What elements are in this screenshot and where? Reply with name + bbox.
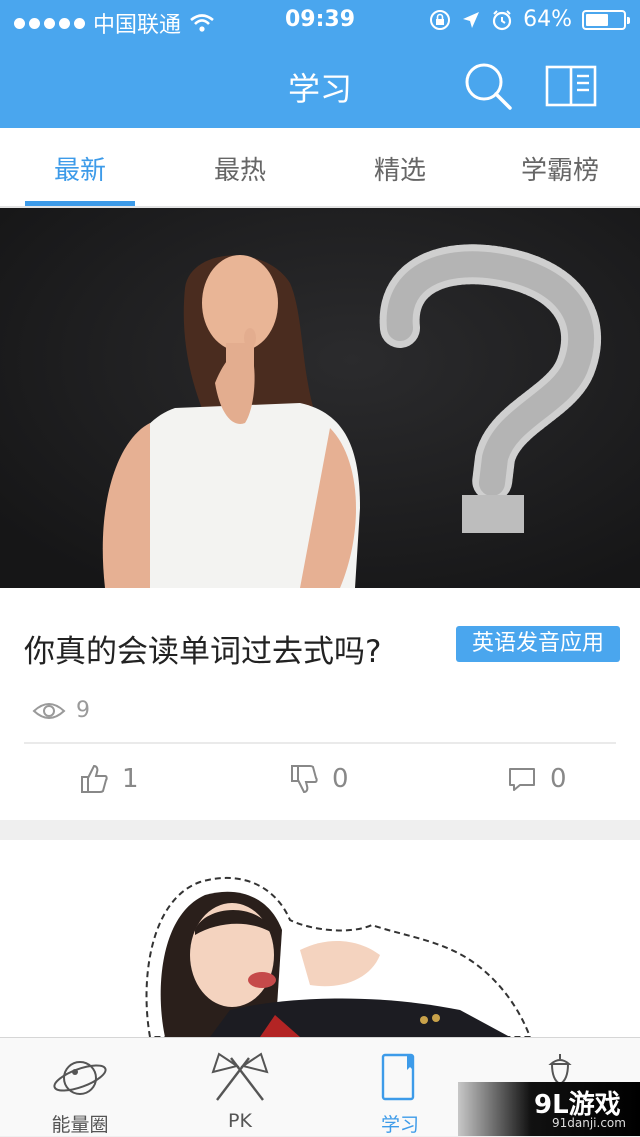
- post-cover-image[interactable]: [0, 840, 640, 1037]
- planet-icon: [53, 1061, 107, 1095]
- nav-label: 学习: [380, 1114, 419, 1136]
- nav-pk[interactable]: PK: [160, 1038, 320, 1137]
- thumbs-up-icon: [81, 764, 108, 793]
- book-icon: [545, 65, 597, 107]
- dislike-count: 0: [332, 764, 349, 794]
- comment-count: 0: [550, 764, 567, 794]
- comment-button[interactable]: 0: [508, 764, 567, 794]
- nav-label: PK: [228, 1110, 252, 1132]
- flags-icon: [211, 1052, 269, 1101]
- like-count: 1: [122, 764, 139, 794]
- nav-study[interactable]: 学习: [320, 1038, 480, 1137]
- post-card[interactable]: 你真的会读单词过去式吗? 英语发音应用 9 1 0 0: [0, 208, 640, 820]
- battery-percent: 64%: [523, 7, 572, 32]
- view-count-value: 9: [76, 698, 90, 723]
- site-watermark: 9L游戏 91danji.com: [458, 1082, 640, 1136]
- search-button[interactable]: [460, 60, 516, 112]
- like-button[interactable]: 1: [80, 764, 139, 794]
- nav-energy-circle[interactable]: 能量圈: [0, 1038, 160, 1137]
- watermark-url: 91danji.com: [552, 1116, 626, 1130]
- rotation-lock-icon: [430, 9, 451, 30]
- location-icon: [463, 11, 480, 28]
- tab-leaderboard[interactable]: 学霸榜: [480, 128, 640, 208]
- tab-latest[interactable]: 最新: [0, 128, 160, 208]
- dislike-button[interactable]: 0: [290, 764, 349, 794]
- battery-icon: [582, 9, 630, 30]
- tab-featured[interactable]: 精选: [320, 128, 480, 208]
- tab-active-indicator: [25, 201, 135, 206]
- post-category-tag[interactable]: 英语发音应用: [456, 626, 620, 662]
- post-cover-image[interactable]: [0, 208, 640, 588]
- status-bar: 中国联通 09:39 64%: [0, 0, 640, 40]
- eye-icon: [32, 702, 66, 719]
- comment-icon: [509, 768, 535, 791]
- nav-label: 能量圈: [51, 1114, 109, 1136]
- top-bar: 中国联通 09:39 64% 学习: [0, 0, 640, 128]
- search-icon: [465, 63, 512, 110]
- alarm-icon: [492, 9, 512, 30]
- view-count: 9: [32, 698, 90, 723]
- reading-list-button[interactable]: [544, 64, 600, 108]
- post-card[interactable]: [0, 840, 640, 1037]
- thumbs-down-icon: [291, 765, 318, 794]
- notebook-icon: [381, 1053, 415, 1101]
- tab-hot[interactable]: 最热: [160, 128, 320, 208]
- post-title[interactable]: 你真的会读单词过去式吗?: [24, 626, 381, 671]
- card-divider: [24, 742, 616, 744]
- tab-bar: 最新 最热 精选 学霸榜: [0, 128, 640, 208]
